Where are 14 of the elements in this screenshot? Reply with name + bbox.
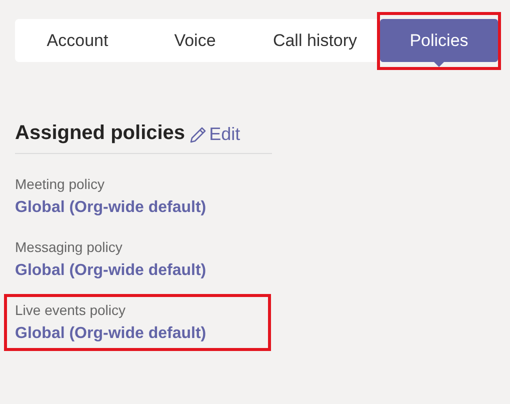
policy-value-link[interactable]: Global (Org-wide default) bbox=[15, 199, 260, 217]
tab[interactable]: Policies bbox=[380, 19, 498, 62]
policy-label: Messaging policy bbox=[15, 239, 124, 255]
tab[interactable]: Account bbox=[15, 19, 140, 62]
tab-pointer-icon bbox=[433, 61, 445, 67]
policy-value-link[interactable]: Global (Org-wide default) bbox=[15, 262, 260, 280]
policy-label: Meeting policy bbox=[15, 176, 106, 192]
policy-label: Live events policy bbox=[15, 302, 127, 318]
tab[interactable]: Voice bbox=[140, 19, 250, 62]
edit-link[interactable]: Edit bbox=[189, 124, 240, 145]
tab[interactable]: Call history bbox=[250, 19, 380, 62]
policy-value-link[interactable]: Global (Org-wide default) bbox=[15, 325, 260, 343]
section-title: Assigned policies bbox=[15, 122, 186, 145]
pencil-icon bbox=[189, 126, 208, 144]
